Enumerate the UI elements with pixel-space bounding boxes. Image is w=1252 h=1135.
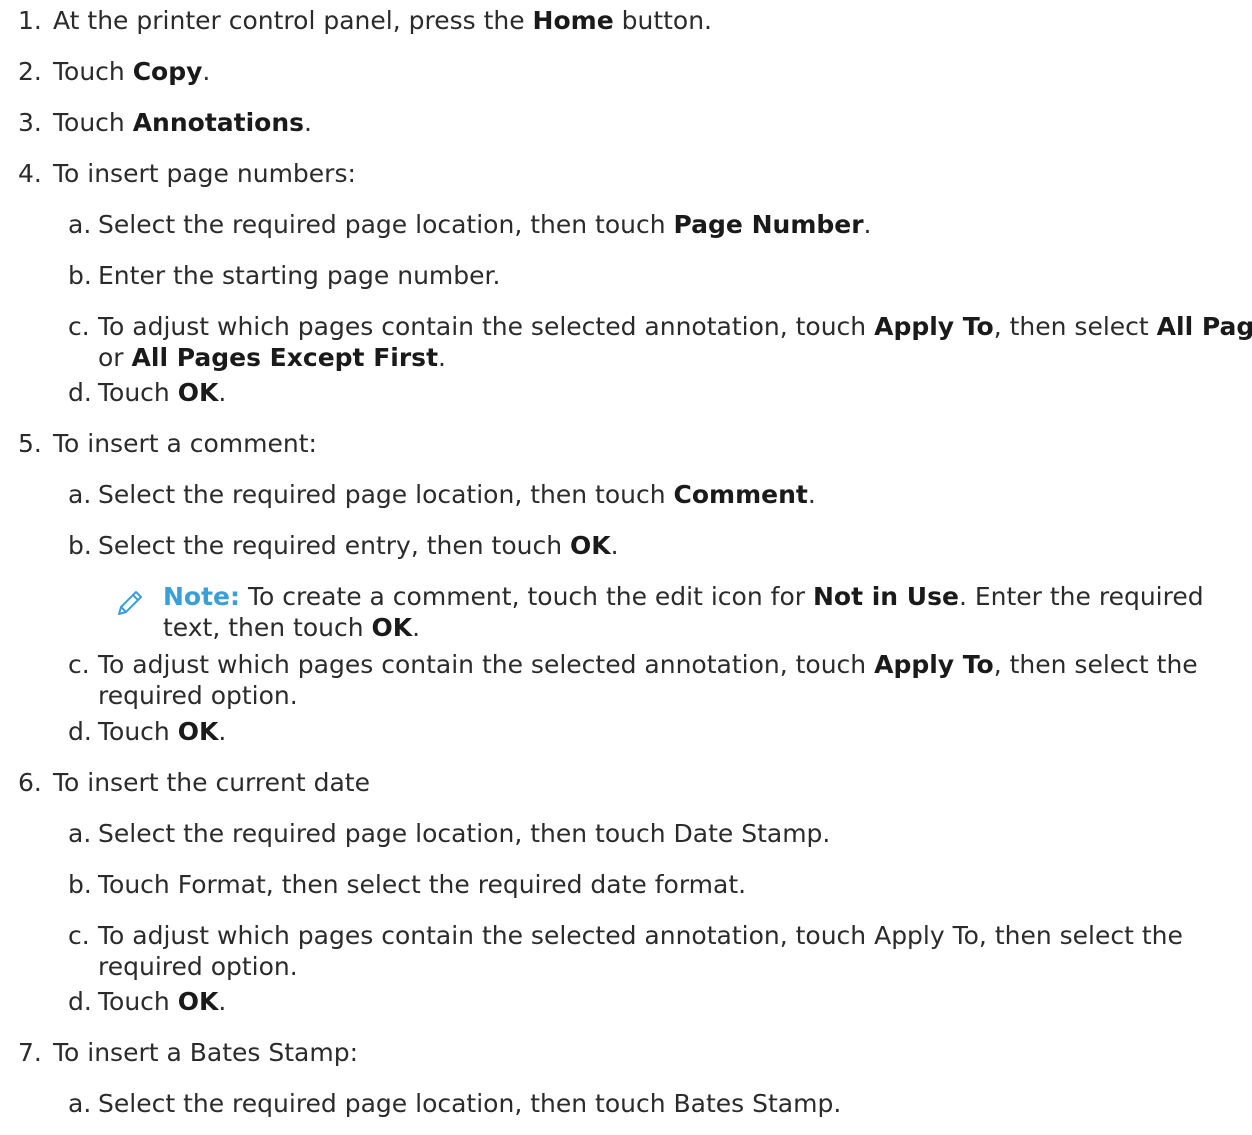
substep-text: Enter the starting page number. [98,261,501,290]
substep-letter: c. [68,921,90,950]
note-label: Note: [163,582,241,611]
substep-text-line-2: or All Pages Except First. [98,343,446,372]
substep-text: Touch OK. [98,717,227,746]
step-text: At the printer control panel, press the … [53,6,713,35]
substep-text: Select the required page location, then … [98,819,831,848]
substep-text: Touch Format, then select the required d… [98,870,747,899]
substep-letter: c. [68,650,90,679]
step-number: 7. [18,1038,42,1067]
substep-text-line-2: required option. [98,681,298,710]
substep-text: Select the required entry, then touch OK… [98,531,619,560]
substep-text-line-1: To adjust which pages contain the select… [98,312,1252,341]
step-text: To insert the current date [53,768,370,797]
substep-letter: b. [68,531,92,560]
step-text: Touch Annotations. [53,108,312,137]
step-number: 3. [18,108,42,137]
substep-letter: a. [68,1089,92,1118]
substep-text: Touch OK. [98,987,227,1016]
substep-letter: a. [68,480,92,509]
note-line-2: text, then touch OK. [163,613,421,642]
step-number: 1. [18,6,42,35]
step-text: To insert page numbers: [53,159,356,188]
step-number: 6. [18,768,42,797]
note-line-1: Note: To create a comment, touch the edi… [163,581,1204,612]
substep-letter: c. [68,312,90,341]
substep-letter: b. [68,261,92,290]
step-text: To insert a Bates Stamp: [53,1038,359,1067]
substep-letter: a. [68,210,92,239]
substep-text-line-2: required option. [98,952,298,981]
substep-letter: d. [68,717,92,746]
substep-text: Select the required page location, then … [98,1089,842,1118]
substep-text: Select the required page location, then … [98,480,816,509]
substep-text-line-1: To adjust which pages contain the select… [98,921,1183,950]
step-number: 4. [18,159,42,188]
step-number: 5. [18,429,42,458]
note-text: To create a comment, touch the edit icon… [240,582,1204,611]
substep-letter: b. [68,870,92,899]
step-text: To insert a comment: [53,429,317,458]
substep-text: Touch OK. [98,378,227,407]
substep-text: Select the required page location, then … [98,210,872,239]
substep-letter: d. [68,378,92,407]
substep-letter: a. [68,819,92,848]
document-page: 1. At the printer control panel, press t… [0,0,1252,1135]
step-number: 2. [18,57,42,86]
pencil-icon [118,591,142,615]
substep-letter: d. [68,987,92,1016]
step-text: Touch Copy. [53,57,211,86]
substep-text-line-1: To adjust which pages contain the select… [98,650,1198,679]
